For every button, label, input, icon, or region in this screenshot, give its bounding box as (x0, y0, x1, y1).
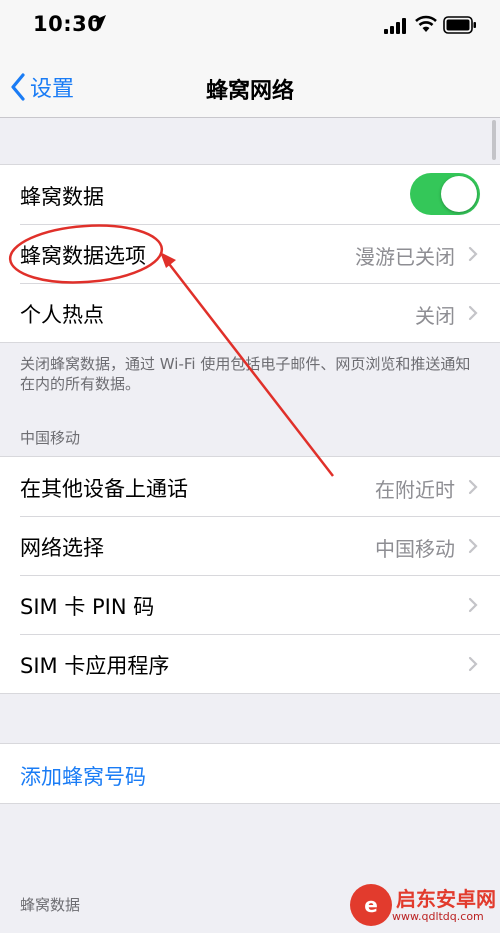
page-title: 蜂窝网络 (205, 79, 294, 104)
row-value: 关闭 (415, 304, 455, 328)
chevron-right-icon (468, 597, 478, 613)
cellular-data-section-header: 蜂窝数据 (20, 896, 81, 914)
sim-pin-row[interactable]: SIM 卡 PIN 码 (0, 575, 500, 634)
cellular-data-options-row[interactable]: 蜂窝数据选项 漫游已关闭 (0, 224, 500, 283)
row-label: 在其他设备上通话 (20, 477, 188, 501)
cellular-data-toggle[interactable] (410, 173, 480, 215)
cellular-data-group: 蜂窝数据 蜂窝数据选项 漫游已关闭 个人热点 关闭 (0, 164, 500, 343)
watermark-url: www.qdltdq.com (392, 909, 484, 923)
personal-hotspot-row[interactable]: 个人热点 关闭 (0, 283, 500, 342)
row-label: SIM 卡应用程序 (20, 654, 170, 678)
row-value: 漫游已关闭 (355, 245, 455, 269)
battery-icon (443, 16, 476, 34)
row-label: SIM 卡 PIN 码 (20, 595, 155, 619)
carrier-group: 在其他设备上通话 在附近时 网络选择 中国移动 SIM 卡 PIN 码 SIM … (0, 456, 500, 694)
row-value: 在附近时 (375, 478, 455, 502)
watermark-text-block: 启东安卓网 www.qdltdq.com (392, 888, 496, 923)
chevron-right-icon (468, 246, 478, 262)
location-arrow-icon (92, 15, 106, 29)
network-selection-row[interactable]: 网络选择 中国移动 (0, 516, 500, 575)
add-cellular-number-row[interactable]: 添加蜂窝号码 (0, 744, 500, 803)
wifi-icon (415, 15, 437, 32)
watermark-logo-icon: e (350, 884, 392, 926)
toggle-knob (441, 176, 477, 212)
calls-on-other-devices-row[interactable]: 在其他设备上通话 在附近时 (0, 457, 500, 516)
cellular-signal-icon (384, 18, 406, 34)
carrier-section-header: 中国移动 (20, 429, 81, 447)
row-label: 蜂窝数据 (20, 185, 104, 209)
chevron-right-icon (468, 305, 478, 321)
watermark: e 启东安卓网 www.qdltdq.com (350, 884, 496, 926)
cellular-data-row: 蜂窝数据 (0, 165, 500, 224)
cellular-data-footer: 关闭蜂窝数据，通过 Wi-Fi 使用包括电子邮件、网页浏览和推送通知在内的所有数… (20, 355, 471, 393)
chevron-right-icon (468, 656, 478, 672)
row-label: 网络选择 (20, 536, 104, 560)
row-label: 个人热点 (20, 303, 104, 327)
chevron-right-icon (468, 538, 478, 554)
add-number-group: 添加蜂窝号码 (0, 743, 500, 804)
row-value: 中国移动 (375, 537, 455, 561)
row-label: 蜂窝数据选项 (20, 244, 146, 268)
status-bar: 10:30 (0, 0, 500, 55)
navigation-bar: 设置 蜂窝网络 (0, 55, 500, 118)
watermark-text: 启东安卓网 (396, 886, 496, 911)
sim-applications-row[interactable]: SIM 卡应用程序 (0, 634, 500, 693)
add-cellular-number-link[interactable]: 添加蜂窝号码 (20, 761, 146, 791)
chevron-right-icon (468, 479, 478, 495)
scroll-indicator (492, 120, 496, 160)
